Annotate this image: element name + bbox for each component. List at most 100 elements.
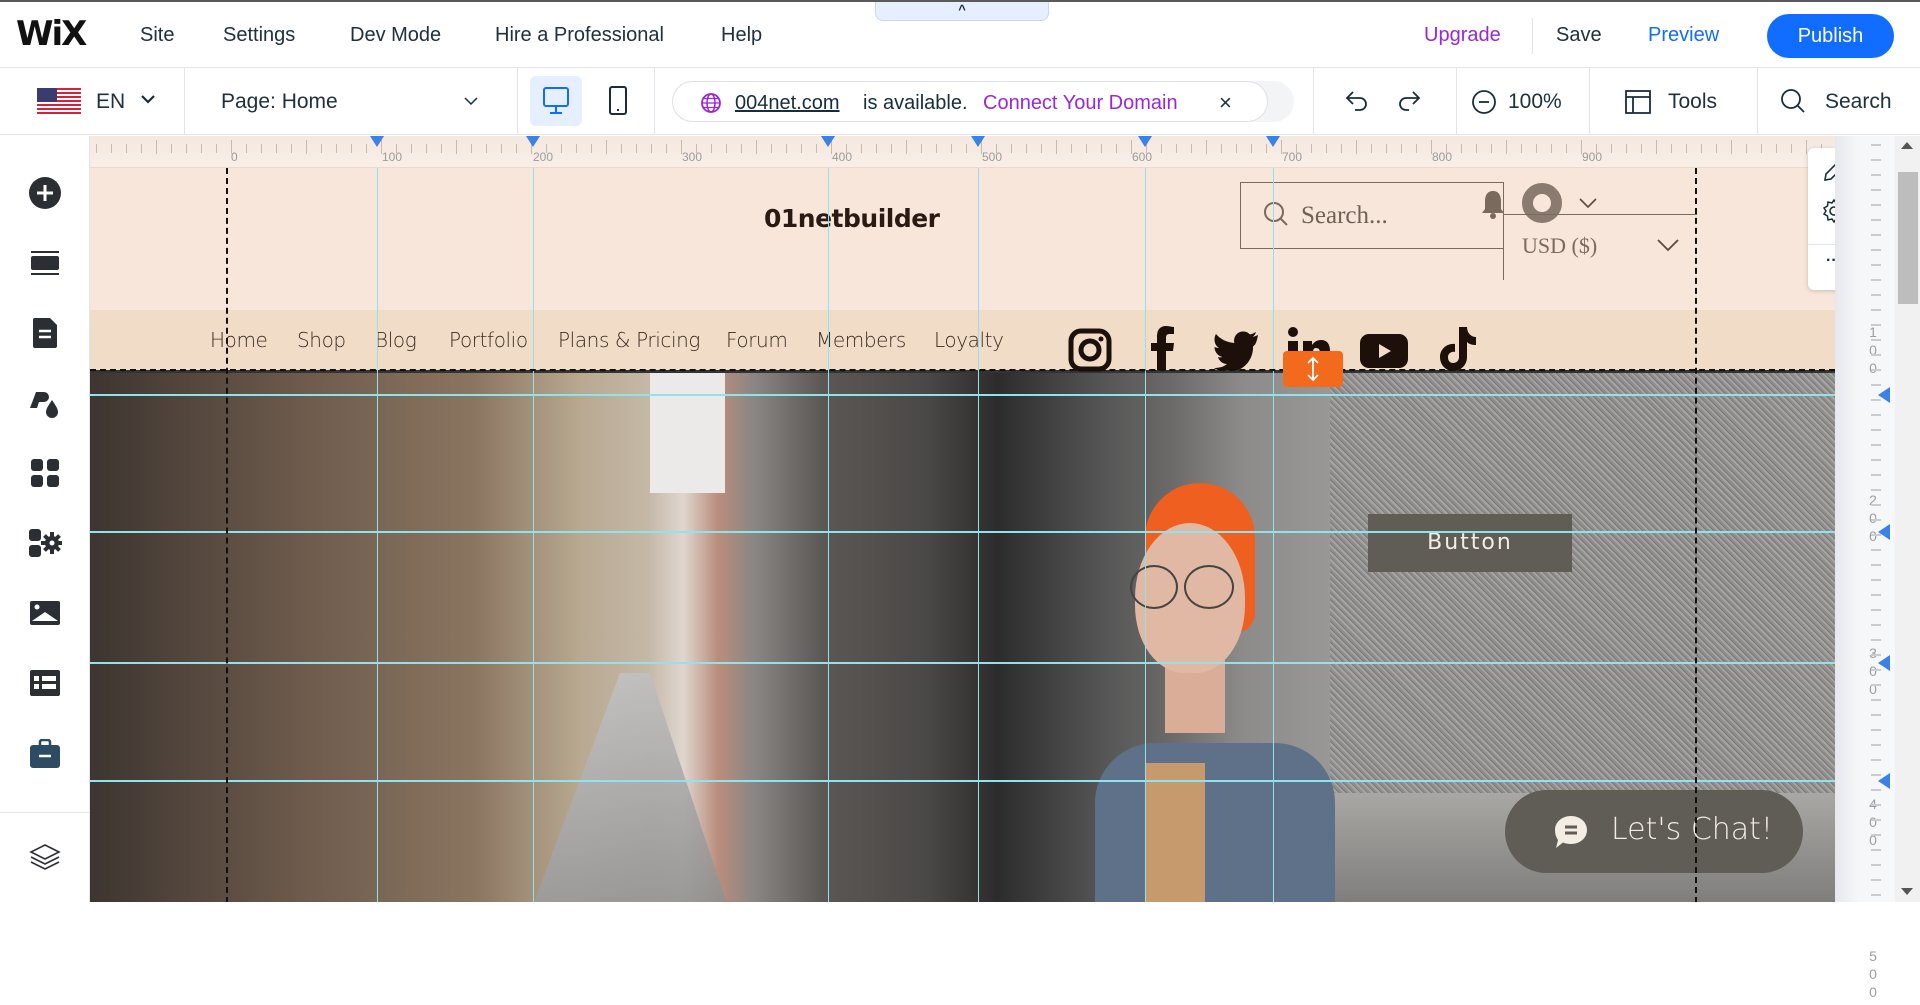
twitter-icon[interactable] <box>1213 330 1259 370</box>
guide-marker[interactable] <box>1266 136 1280 147</box>
tools-button[interactable]: Tools <box>1668 90 1717 114</box>
wix-logo[interactable]: WiX <box>16 14 87 54</box>
preview-button[interactable]: Preview <box>1648 24 1719 47</box>
ruler-tick <box>711 144 712 153</box>
app-settings-button[interactable] <box>25 523 65 563</box>
top-ruler[interactable]: 0 100 200 300 400 500 600 700 800 900 <box>90 136 1835 168</box>
guide-line[interactable] <box>1273 168 1274 902</box>
currency-converter[interactable]: USD ($) <box>1503 214 1697 280</box>
nav-home[interactable]: Home <box>210 328 268 352</box>
ruler-tick <box>921 144 922 153</box>
connect-domain-link[interactable]: Connect Your Domain <box>983 92 1178 115</box>
us-flag-icon[interactable] <box>37 88 81 114</box>
ruler-tick <box>1871 234 1881 236</box>
ruler-tick <box>1221 144 1222 153</box>
scroll-down-arrow-icon[interactable] <box>1901 888 1913 895</box>
page-margin-left <box>226 168 228 902</box>
ruler-tick <box>636 144 637 153</box>
chevron-down-icon[interactable] <box>462 92 480 110</box>
site-cta-button[interactable]: Button <box>1368 514 1572 572</box>
guide-marker[interactable] <box>971 136 985 147</box>
menu-dev-mode[interactable]: Dev Mode <box>350 24 441 47</box>
zoom-level[interactable]: 100% <box>1508 90 1562 114</box>
redo-icon[interactable] <box>1393 88 1423 116</box>
guide-marker[interactable] <box>370 136 384 147</box>
guide-marker[interactable] <box>821 136 835 147</box>
menu-settings[interactable]: Settings <box>223 24 295 47</box>
guide-line[interactable] <box>978 168 979 902</box>
tiktok-icon[interactable] <box>1437 326 1477 372</box>
guide-line[interactable] <box>533 168 534 902</box>
guide-line[interactable] <box>90 662 1835 664</box>
scroll-up-arrow-icon[interactable] <box>1901 142 1913 149</box>
zoom-out-icon[interactable] <box>1470 88 1498 116</box>
collapse-toolbar-button[interactable]: ^ <box>875 2 1049 21</box>
upgrade-link[interactable]: Upgrade <box>1424 24 1501 47</box>
gear-icon[interactable] <box>1821 198 1835 224</box>
domain-name-link[interactable]: 004net.com <box>735 92 840 115</box>
media-button[interactable] <box>25 593 65 633</box>
site-search-placeholder: Search... <box>1301 202 1388 229</box>
youtube-icon[interactable] <box>1360 334 1408 368</box>
page-selector[interactable]: Page: Home <box>221 90 338 114</box>
layers-button[interactable] <box>25 837 65 877</box>
site-title[interactable]: 01netbuilder <box>764 204 940 233</box>
search-button[interactable]: Search <box>1825 90 1892 114</box>
guide-line[interactable] <box>828 168 829 902</box>
lets-chat-button[interactable]: Let's Chat! <box>1505 790 1803 873</box>
undo-icon[interactable] <box>1343 88 1373 116</box>
instagram-icon[interactable] <box>1068 328 1112 372</box>
menu-help[interactable]: Help <box>721 24 762 47</box>
chevron-down-icon[interactable] <box>139 90 157 108</box>
nav-plans-pricing[interactable]: Plans & Pricing <box>558 328 700 352</box>
search-icon[interactable] <box>1779 87 1807 115</box>
guide-line[interactable] <box>90 531 1835 533</box>
scroll-thumb[interactable] <box>1898 172 1918 304</box>
ruler-tick <box>1871 534 1881 536</box>
nav-portfolio[interactable]: Portfolio <box>449 328 528 352</box>
add-elements-button[interactable] <box>25 173 65 213</box>
add-apps-button[interactable] <box>25 453 65 493</box>
menu-site[interactable]: Site <box>140 24 174 47</box>
publish-button[interactable]: Publish <box>1767 14 1894 58</box>
ruler-tick <box>591 144 592 153</box>
guide-marker[interactable] <box>526 136 540 147</box>
canvas-scrollbar[interactable] <box>1895 136 1920 902</box>
pages-menu-button[interactable] <box>25 313 65 353</box>
ruler-tick <box>786 144 787 153</box>
add-section-button[interactable] <box>25 243 65 283</box>
menu-hire-professional[interactable]: Hire a Professional <box>495 24 664 47</box>
language-selector[interactable]: EN <box>96 90 125 114</box>
business-tools-button[interactable] <box>25 734 65 774</box>
guide-line[interactable] <box>90 394 1835 396</box>
cms-button[interactable] <box>25 663 65 703</box>
nav-forum[interactable]: Forum <box>726 328 788 352</box>
editor-canvas[interactable]: 0 100 200 300 400 500 600 700 800 900 01… <box>90 136 1835 902</box>
guide-marker[interactable] <box>1138 136 1152 147</box>
pencil-icon[interactable] <box>1821 158 1835 184</box>
facebook-icon[interactable] <box>1148 326 1178 370</box>
header-resize-handle[interactable] <box>1283 351 1343 387</box>
guide-marker[interactable] <box>1878 524 1890 540</box>
nav-loyalty[interactable]: Loyalty <box>934 328 1004 352</box>
divider <box>1313 68 1314 134</box>
tools-icon[interactable] <box>1624 88 1652 116</box>
nav-members[interactable]: Members <box>816 328 906 352</box>
right-ruler[interactable]: 100 200 300 400 500 <box>1835 136 1895 1002</box>
close-icon[interactable]: × <box>1219 90 1232 116</box>
site-header[interactable]: 01netbuilder Search... USD ($) <box>90 168 1835 310</box>
guide-line[interactable] <box>90 780 1835 782</box>
nav-shop[interactable]: Shop <box>297 328 346 352</box>
save-button[interactable]: Save <box>1556 24 1602 47</box>
mobile-view-button[interactable] <box>600 76 636 126</box>
site-design-button[interactable] <box>25 383 65 423</box>
ruler-tick <box>621 144 622 153</box>
nav-blog[interactable]: Blog <box>375 328 417 352</box>
desktop-view-button[interactable] <box>530 76 582 126</box>
guide-line[interactable] <box>1145 168 1146 902</box>
site-search-box[interactable]: Search... <box>1240 182 1504 249</box>
guide-line[interactable] <box>377 168 378 902</box>
chevron-down-icon[interactable] <box>1578 196 1598 210</box>
ruler-tick <box>666 144 667 153</box>
more-icon[interactable]: ··· <box>1808 252 1835 270</box>
